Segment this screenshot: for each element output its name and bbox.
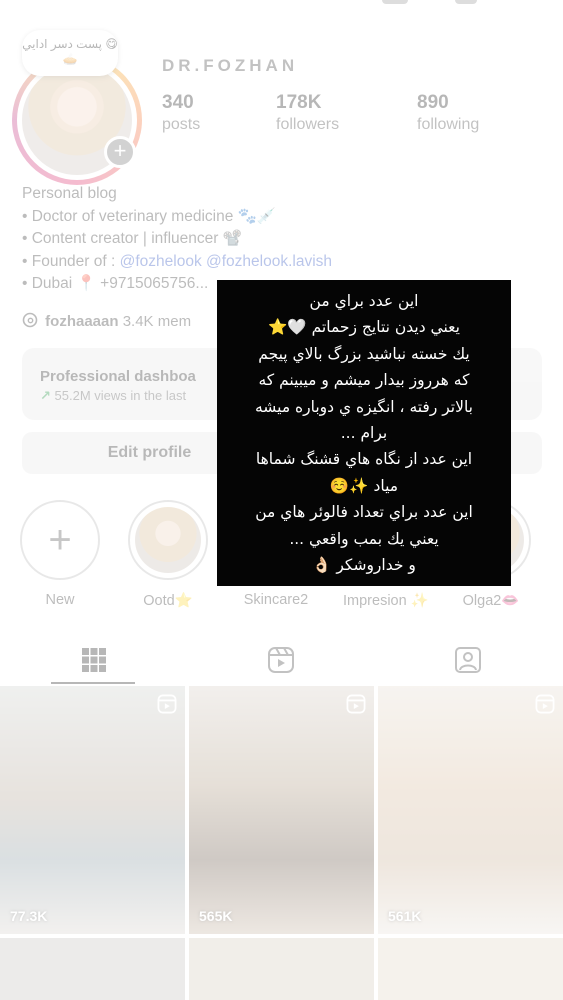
following-count: 890 [417, 92, 449, 113]
highlight-label: New [45, 592, 75, 608]
tab-tagged[interactable] [374, 636, 561, 684]
reel-icon [346, 694, 366, 714]
threads-icon [22, 312, 38, 328]
bio-category: Personal blog [22, 185, 117, 202]
followers-count: 178K [276, 92, 322, 113]
dashboard-stats: ↗ 55.2M views in the last [40, 388, 186, 404]
dashboard-views-caption: views in the last [94, 388, 187, 403]
tab-reels[interactable] [187, 636, 374, 684]
status-bar [0, 0, 563, 10]
story-line: اين عدد براي تعداد فالوئر هاي من [255, 503, 473, 522]
post-views: 561K [388, 908, 422, 924]
status-icon [382, 0, 408, 4]
grid-post[interactable] [189, 938, 374, 1000]
active-tab-indicator [51, 682, 135, 684]
profile-bio: Personal blog • Doctor of veterinary med… [22, 183, 542, 296]
threads-badge[interactable]: fozhaaaan 3.4K mem [22, 312, 191, 330]
grid-post[interactable] [378, 938, 563, 1000]
story-line: يعني يك بمب واقعي ... [289, 529, 439, 548]
add-story-icon[interactable]: + [104, 136, 136, 168]
profile-note[interactable]: پست دسر ادایي 😋🥧 [22, 30, 118, 76]
story-line: اين عدد از نگاه هاي قشنگ شماها [255, 450, 473, 469]
posts-label: posts [162, 116, 201, 133]
trend-up-icon: ↗ [40, 388, 51, 403]
followers-label: followers [276, 116, 340, 133]
story-line: و خداروشكر 👌🏻 [312, 556, 416, 575]
tagged-icon [454, 647, 481, 673]
bio-founder-label: • Founder of : [22, 252, 120, 270]
bio-mention-links[interactable]: @fozhelook @fozhelook.lavish [120, 253, 332, 270]
tab-posts-grid[interactable] [0, 636, 187, 684]
bio-line: • Doctor of veterinary medicine 🐾💉 [22, 207, 277, 225]
bio-line: • Content creator | influencer 📽️ [22, 230, 243, 247]
profile-tabs [0, 636, 563, 684]
highlight-cover [135, 507, 201, 573]
story-text-overlay: اين عدد براي من يعني ديدن نتايج زحماتم 🤍… [217, 280, 511, 586]
grid-post[interactable]: 561K [378, 686, 563, 934]
story-line: اين عدد براي من [309, 292, 419, 310]
post-views: 565K [199, 908, 233, 924]
reels-icon [267, 647, 294, 673]
grid-icon [81, 648, 106, 672]
story-line: مياد ✨☺️ [329, 476, 399, 495]
following-stat[interactable]: 890 following [417, 92, 479, 134]
grid-post[interactable] [0, 938, 185, 1000]
posts-stat[interactable]: 340 posts [162, 92, 200, 134]
profile-username: DR.FOZHAN [162, 56, 299, 75]
highlight-label: Impresion ✨ [343, 593, 429, 609]
threads-members: 3.4K mem [122, 313, 192, 330]
reel-icon [535, 694, 555, 714]
story-line: يعني ديدن نتايج زحماتم 🤍⭐ [268, 318, 460, 337]
threads-handle: fozhaaaan [45, 313, 119, 330]
story-line: برام ... [340, 424, 388, 443]
grid-post[interactable]: 565K [189, 686, 374, 934]
dashboard-views-value: 55.2M [54, 388, 91, 403]
story-line: كه هرروز بيدار ميشم و ميبينم كه [258, 371, 470, 390]
following-label: following [417, 116, 480, 133]
story-line: يك خسته نباشيد بزرگ بالاي پيجم [258, 344, 470, 363]
followers-stat[interactable]: 178K followers [276, 92, 339, 134]
highlight-new[interactable]: + New [20, 500, 100, 608]
posts-count: 340 [162, 92, 194, 113]
story-line: بالاتر رفته ، انگيزه ي دوباره ميشه [255, 397, 473, 416]
post-views: 77.3K [10, 908, 48, 924]
highlight-label: Olga2👄 [462, 593, 520, 609]
plus-icon: + [48, 518, 72, 562]
highlight-item[interactable]: Ootd⭐ [128, 500, 208, 609]
highlight-label: Skincare2 [243, 592, 309, 608]
status-icon [455, 0, 477, 4]
grid-post[interactable]: 77.3K [0, 686, 185, 934]
bio-line: • Founder of : @fozhelook @fozhelook.lav… [22, 251, 542, 274]
dashboard-title: Professional dashboa [40, 368, 196, 385]
reel-icon [157, 694, 177, 714]
highlight-label: Ootd⭐ [143, 593, 193, 609]
